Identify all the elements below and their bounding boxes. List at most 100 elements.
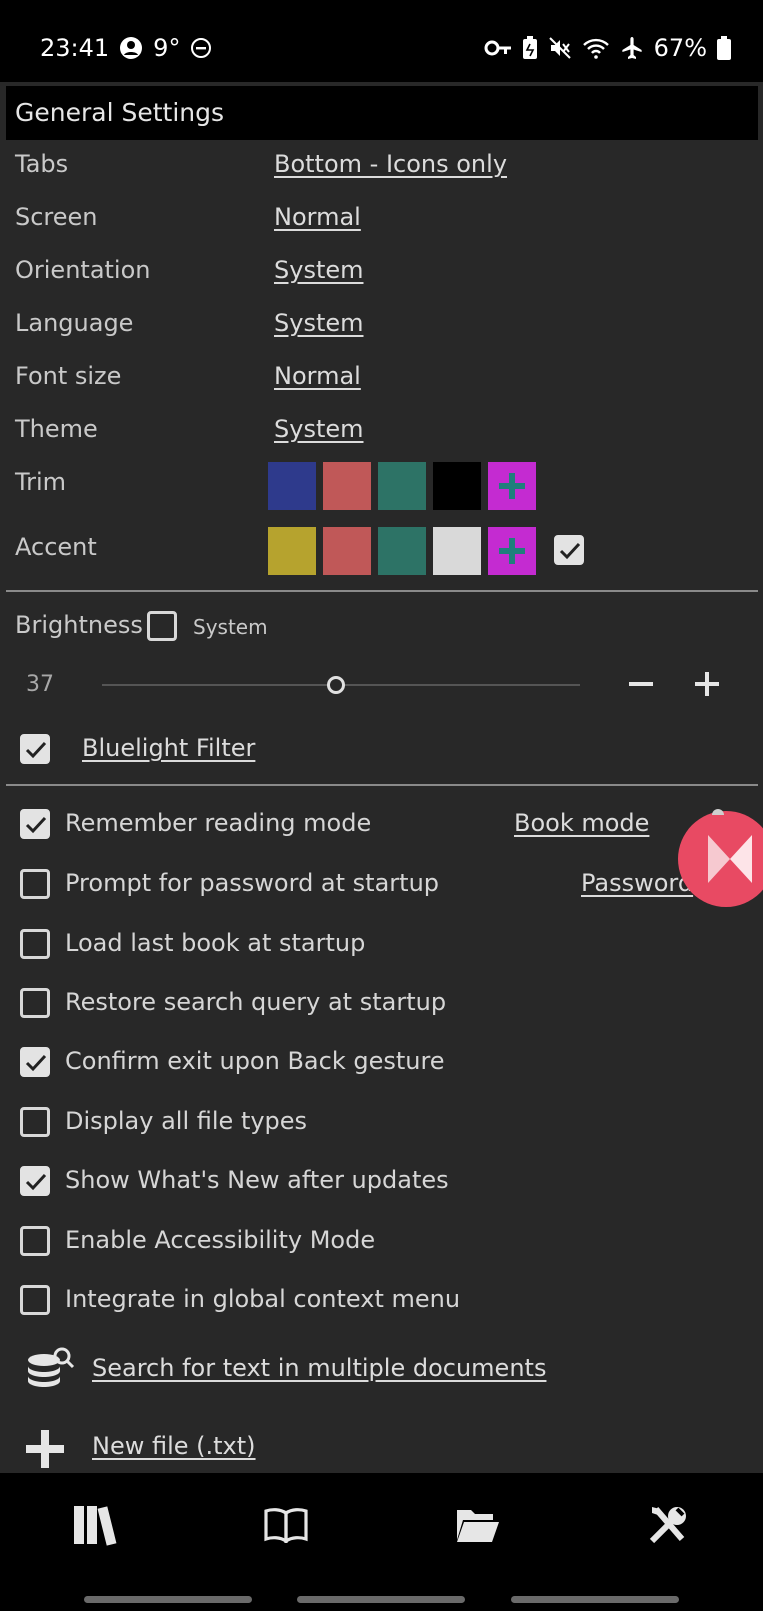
divider <box>6 590 758 592</box>
font-size-value-link[interactable]: Normal <box>274 362 361 390</box>
option-label: Enable Accessibility Mode <box>65 1226 376 1254</box>
trim-color-swatch[interactable] <box>268 462 316 510</box>
folder-icon <box>457 1510 499 1542</box>
trim-color-swatch[interactable] <box>323 462 371 510</box>
setting-label: Tabs <box>15 150 69 178</box>
new-file-link[interactable]: New file (.txt) <box>92 1432 256 1460</box>
option-remember-reading-mode: Remember reading mode Book mode <box>0 801 763 851</box>
option-restore-search-query: Restore search query at startup <box>0 980 763 1030</box>
accent-color-swatch[interactable] <box>268 527 316 575</box>
bluelight-checkbox[interactable] <box>20 734 50 764</box>
option-label: Confirm exit upon Back gesture <box>65 1047 445 1075</box>
gesture-bar <box>511 1596 679 1603</box>
gear-icon <box>708 800 728 815</box>
nav-settings-button[interactable] <box>638 1495 698 1555</box>
option-checkbox[interactable] <box>20 1047 50 1077</box>
floating-app-button[interactable] <box>678 811 763 907</box>
plus-icon <box>24 1428 66 1470</box>
minus-circle-icon <box>190 37 212 59</box>
option-accessibility-mode: Enable Accessibility Mode <box>0 1218 763 1268</box>
brightness-value: 37 <box>26 672 54 697</box>
plus-icon <box>499 473 525 499</box>
wifi-icon <box>582 37 610 59</box>
option-confirm-exit: Confirm exit upon Back gesture <box>0 1039 763 1089</box>
nav-files-button[interactable] <box>448 1495 508 1555</box>
divider <box>6 784 758 786</box>
status-time: 23:41 <box>40 34 110 62</box>
accent-checkbox[interactable] <box>554 535 584 565</box>
bluelight-row: Bluelight Filter <box>0 724 763 774</box>
option-label: Restore search query at startup <box>65 988 447 1016</box>
option-label: Display all file types <box>65 1107 308 1135</box>
trim-color-swatch[interactable] <box>433 462 481 510</box>
mute-icon <box>548 36 572 60</box>
plus-icon <box>695 672 719 696</box>
option-checkbox[interactable] <box>20 1285 50 1315</box>
library-icon <box>74 1506 117 1546</box>
book-mode-link[interactable]: Book mode <box>514 809 649 837</box>
key-icon <box>484 38 512 58</box>
plus-icon <box>499 538 525 564</box>
setting-screen: Screen Normal <box>0 195 763 245</box>
battery-percent: 67% <box>653 34 707 62</box>
option-label: Load last book at startup <box>65 929 366 957</box>
brightness-row: Brightness System <box>0 603 763 653</box>
option-label: Integrate in global context menu <box>65 1285 461 1313</box>
accent-color-swatch[interactable] <box>378 527 426 575</box>
orientation-value-link[interactable]: System <box>274 256 364 284</box>
trim-color-swatch[interactable] <box>378 462 426 510</box>
bottom-navigation <box>0 1473 763 1611</box>
brightness-increase-button[interactable] <box>694 671 720 697</box>
theme-value-link[interactable]: System <box>274 415 364 443</box>
setting-label: Trim <box>15 468 67 496</box>
accent-color-swatch[interactable] <box>433 527 481 575</box>
brightness-slider-thumb[interactable] <box>327 676 346 694</box>
language-value-link[interactable]: System <box>274 309 364 337</box>
option-checkbox[interactable] <box>20 1226 50 1256</box>
minus-icon <box>629 682 653 686</box>
setting-label: Theme <box>15 415 98 443</box>
option-global-context-menu: Integrate in global context menu <box>0 1277 763 1327</box>
accent-add-color-button[interactable] <box>488 527 536 575</box>
setting-language: Language System <box>0 301 763 351</box>
option-label: Show What's New after updates <box>65 1166 449 1194</box>
setting-label: Language <box>15 309 134 337</box>
option-label: Remember reading mode <box>65 809 372 837</box>
option-label: Prompt for password at startup <box>65 869 440 897</box>
setting-label: Screen <box>15 203 98 231</box>
option-checkbox[interactable] <box>20 1166 50 1196</box>
nav-reader-button[interactable] <box>256 1495 316 1555</box>
setting-label: Orientation <box>15 256 151 284</box>
app-logo-icon <box>708 835 752 883</box>
general-settings-header: General Settings <box>6 86 758 140</box>
database-search-icon <box>24 1344 76 1396</box>
brightness-label: Brightness <box>15 611 143 639</box>
option-show-whats-new: Show What's New after updates <box>0 1158 763 1208</box>
status-temperature: 9° <box>153 34 181 62</box>
option-checkbox[interactable] <box>20 809 50 839</box>
option-load-last-book: Load last book at startup <box>0 921 763 971</box>
person-circle-icon <box>119 36 143 60</box>
option-prompt-password: Prompt for password at startup Password <box>0 861 763 911</box>
bluelight-filter-link[interactable]: Bluelight Filter <box>82 734 255 762</box>
page-title: General Settings <box>15 98 225 127</box>
brightness-system-label: System <box>193 615 268 639</box>
option-checkbox[interactable] <box>20 1107 50 1137</box>
search-multiple-documents-link[interactable]: Search for text in multiple documents <box>92 1354 546 1382</box>
accent-color-swatch[interactable] <box>323 527 371 575</box>
option-checkbox[interactable] <box>20 988 50 1018</box>
password-link[interactable]: Password <box>581 869 693 897</box>
tabs-value-link[interactable]: Bottom - Icons only <box>274 150 507 178</box>
brightness-decrease-button[interactable] <box>628 671 654 697</box>
brightness-system-checkbox[interactable] <box>147 611 177 641</box>
setting-theme: Theme System <box>0 407 763 457</box>
option-checkbox[interactable] <box>20 929 50 959</box>
setting-orientation: Orientation System <box>0 248 763 298</box>
option-checkbox[interactable] <box>20 869 50 899</box>
gesture-bar <box>84 1596 252 1603</box>
screen-value-link[interactable]: Normal <box>274 203 361 231</box>
nav-library-button[interactable] <box>66 1495 126 1555</box>
airplane-icon <box>620 36 644 60</box>
trim-add-color-button[interactable] <box>488 462 536 510</box>
gesture-bar <box>297 1596 465 1603</box>
